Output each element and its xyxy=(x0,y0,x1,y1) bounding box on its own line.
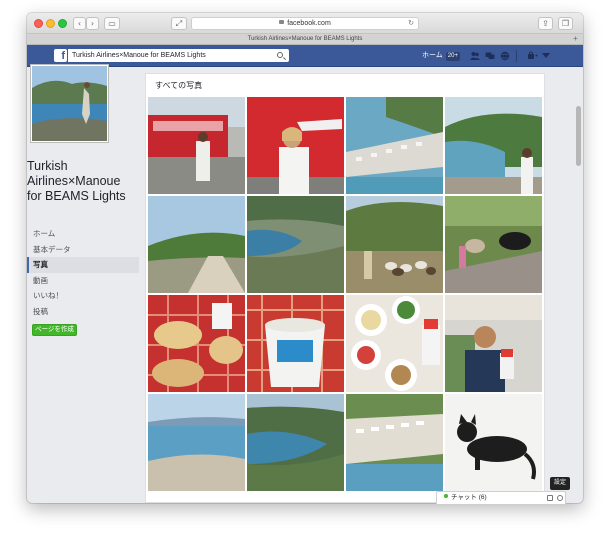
back-button[interactable]: ‹ xyxy=(73,17,86,30)
new-message-icon[interactable] xyxy=(547,495,553,501)
search-input[interactable]: Turkish Airlines×Manoue for BEAMS Lights xyxy=(68,49,289,62)
nav-item-home[interactable]: ホーム xyxy=(27,226,139,242)
photo-tile[interactable] xyxy=(247,196,344,293)
forward-button[interactable]: › xyxy=(86,17,99,30)
photo-tile[interactable] xyxy=(247,97,344,194)
photo-tile[interactable] xyxy=(148,295,245,392)
photo-red-bus-icon xyxy=(148,97,245,194)
photo-pebble-shore-icon xyxy=(148,394,245,491)
minimize-window-button[interactable] xyxy=(46,19,55,28)
photo-tile[interactable] xyxy=(247,295,344,392)
nav-item-about[interactable]: 基本データ xyxy=(27,242,139,258)
photo-tile[interactable] xyxy=(445,196,542,293)
photo-tile[interactable] xyxy=(445,295,542,392)
nav-item-likes[interactable]: いいね！ xyxy=(27,288,139,304)
photo-meze-plates-icon xyxy=(346,295,443,392)
chevron-right-icon: › xyxy=(90,19,95,28)
tab-bar[interactable]: Turkish Airlines×Manoue for BEAMS Lights… xyxy=(27,34,583,45)
home-link[interactable]: ホーム 20+ xyxy=(422,45,460,67)
page-title: Turkish Airlines×Manoue for BEAMS Lights xyxy=(27,159,126,203)
settings-tooltip: 設定 xyxy=(550,477,570,490)
fullscreen-button[interactable]: ⤢ xyxy=(171,17,187,30)
photo-dirt-road-icon xyxy=(148,196,245,293)
share-icon: ⇪ xyxy=(542,19,549,28)
home-count-badge: 20+ xyxy=(445,52,460,61)
address-bar[interactable]: facebook.com ↻ xyxy=(191,17,419,30)
tab-title[interactable]: Turkish Airlines×Manoue for BEAMS Lights xyxy=(248,36,363,42)
photo-cows-road-icon xyxy=(445,196,542,293)
scrollbar-thumb[interactable] xyxy=(576,106,581,166)
home-label: ホーム xyxy=(422,52,443,59)
photo-bay-green-icon xyxy=(247,394,344,491)
expand-icon: ⤢ xyxy=(175,19,183,28)
chevron-left-icon: ‹ xyxy=(77,19,82,28)
photos-panel: すべての写真 xyxy=(145,73,545,503)
nav-item-videos[interactable]: 動画 xyxy=(27,273,139,289)
photo-beach-umbrellas-icon xyxy=(346,97,443,194)
photo-man-drink-icon xyxy=(445,295,542,392)
photo-ayran-cup-icon xyxy=(247,295,344,392)
title-bar: ‹ › ▭ ⤢ facebook.com ↻ ⇪ ❐ xyxy=(27,13,583,34)
create-page-button[interactable]: ページを作成 xyxy=(32,324,77,336)
messages-icon[interactable] xyxy=(485,51,495,61)
chat-label: チャット (6) xyxy=(451,494,487,501)
photo-tile[interactable] xyxy=(346,196,443,293)
photo-tile[interactable] xyxy=(445,394,542,491)
address-text: facebook.com xyxy=(287,20,331,27)
chat-bar[interactable]: チャット (6) xyxy=(436,491,566,504)
sidebar-toggle-button[interactable]: ▭ xyxy=(104,17,120,30)
facebook-top-bar: f Turkish Airlines×Manoue for BEAMS Ligh… xyxy=(27,45,583,67)
chat-settings-gear-icon[interactable] xyxy=(557,495,563,501)
top-bar-divider xyxy=(516,50,517,62)
photo-red-poster-icon xyxy=(247,97,344,194)
search-value: Turkish Airlines×Manoue for BEAMS Lights xyxy=(72,52,206,59)
photo-tile[interactable] xyxy=(247,394,344,491)
notifications-globe-icon[interactable] xyxy=(500,51,510,61)
photo-tile[interactable] xyxy=(148,394,245,491)
friend-requests-icon[interactable] xyxy=(470,51,480,61)
photo-black-cat-icon xyxy=(445,394,542,491)
online-status-icon xyxy=(444,494,448,499)
nav-item-photos[interactable]: 写真 xyxy=(27,257,139,273)
photo-coast-woman-icon xyxy=(445,97,542,194)
photo-goats-herder-icon xyxy=(346,196,443,293)
close-window-button[interactable] xyxy=(34,19,43,28)
tabs-icon: ❐ xyxy=(561,19,570,28)
photo-tile[interactable] xyxy=(445,97,542,194)
photo-tile[interactable] xyxy=(346,295,443,392)
photo-tile[interactable] xyxy=(148,196,245,293)
new-tab-icon[interactable]: + xyxy=(571,35,580,44)
account-menu-chevron-icon[interactable] xyxy=(542,53,550,59)
tabs-overview-button[interactable]: ❐ xyxy=(558,17,573,30)
sidebar-icon: ▭ xyxy=(108,19,116,28)
page-scrollbar[interactable] xyxy=(575,88,582,488)
page-nav: ホーム 基本データ 写真 動画 いいね！ 投稿 xyxy=(27,226,139,319)
photo-tile[interactable] xyxy=(346,394,443,491)
facebook-logo-icon[interactable]: f xyxy=(54,49,67,62)
photo-tile[interactable] xyxy=(346,97,443,194)
photo-flatbread-icon xyxy=(148,295,245,392)
privacy-shortcuts-icon[interactable] xyxy=(527,51,539,61)
photo-tile[interactable] xyxy=(148,97,245,194)
photo-beach-resort-icon xyxy=(346,394,443,491)
photos-section-title: すべての写真 xyxy=(155,81,203,90)
lock-icon xyxy=(279,20,285,25)
nav-item-posts[interactable]: 投稿 xyxy=(27,304,139,320)
reload-icon[interactable]: ↻ xyxy=(408,18,414,29)
search-icon[interactable] xyxy=(277,52,283,58)
zoom-window-button[interactable] xyxy=(58,19,67,28)
photo-bay-aerial-icon xyxy=(247,196,344,293)
profile-photo-beach-icon xyxy=(32,66,107,141)
profile-picture[interactable] xyxy=(30,64,109,143)
share-button[interactable]: ⇪ xyxy=(538,17,553,30)
